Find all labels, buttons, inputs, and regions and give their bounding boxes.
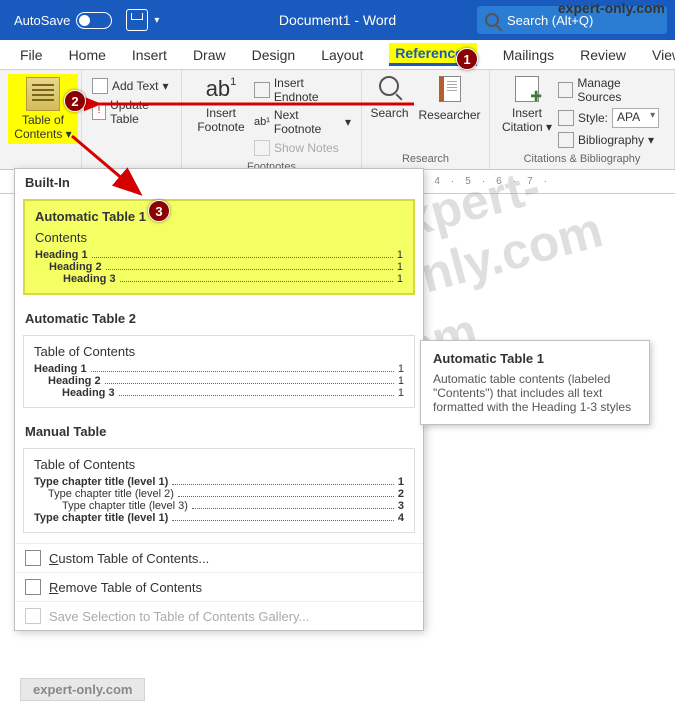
save-selection-menu-item: Save Selection to Table of Contents Gall… xyxy=(15,601,423,630)
tab-view[interactable]: View xyxy=(652,47,675,63)
style-dropdown[interactable]: APA xyxy=(612,108,659,128)
tooltip-auto-table-1: Automatic Table 1 Automatic table conten… xyxy=(420,340,650,425)
gallery-item-manual-table[interactable]: Table of Contents Type chapter title (le… xyxy=(23,448,415,533)
watermark-bottom: expert-only.com xyxy=(20,678,145,701)
manage-sources-icon xyxy=(558,82,573,98)
tab-draw[interactable]: Draw xyxy=(193,47,226,63)
arrow-2-to-3 xyxy=(56,130,156,204)
callout-3: 3 xyxy=(148,200,170,222)
citation-icon: ✚ xyxy=(515,76,539,102)
tab-layout[interactable]: Layout xyxy=(321,47,363,63)
toggle-off-icon[interactable] xyxy=(76,12,112,29)
show-notes-button[interactable]: Show Notes xyxy=(252,138,353,158)
gallery-item-auto-table-1[interactable]: Automatic Table 1 Contents Heading 11 He… xyxy=(23,199,415,295)
callout-1: 1 xyxy=(456,48,478,70)
tab-insert[interactable]: Insert xyxy=(132,47,167,63)
insert-footnote-button[interactable]: ab1 InsertFootnote xyxy=(190,74,252,158)
citations-group-label: Citations & Bibliography xyxy=(498,150,666,165)
bibliography-button[interactable]: Bibliography ▾ xyxy=(556,130,666,150)
add-text-icon xyxy=(92,78,108,94)
arrow-1-to-2 xyxy=(84,94,424,114)
tab-design[interactable]: Design xyxy=(252,47,296,63)
show-notes-icon xyxy=(254,140,270,156)
toc-icon xyxy=(26,77,60,111)
tab-review[interactable]: Review xyxy=(580,47,626,63)
magnify-icon xyxy=(379,76,399,96)
custom-toc-menu-item[interactable]: Custom Table of Contents... xyxy=(15,543,423,572)
gallery-item-auto-table-2-title: Automatic Table 2 xyxy=(15,305,423,332)
research-group-label: Research xyxy=(370,150,481,165)
tab-file[interactable]: File xyxy=(20,47,43,63)
style-select[interactable]: Style: APA xyxy=(556,106,666,130)
researcher-button[interactable]: Researcher xyxy=(417,74,483,124)
watermark-top: expert-only.com xyxy=(558,0,665,16)
save-selection-icon xyxy=(25,608,41,624)
remove-toc-menu-item[interactable]: Remove Table of Contents xyxy=(15,572,423,601)
next-footnote-icon: ab¹ xyxy=(254,116,270,128)
add-text-button[interactable]: Add Text ▾ xyxy=(90,76,173,96)
tab-mailings[interactable]: Mailings xyxy=(503,47,554,63)
book-icon xyxy=(439,76,461,102)
remove-toc-icon xyxy=(25,579,41,595)
ribbon-tabs: File Home Insert Draw Design Layout Refe… xyxy=(0,40,675,70)
autosave-toggle[interactable]: AutoSave xyxy=(14,12,112,29)
insert-citation-button[interactable]: ✚ Insert Citation ▾ xyxy=(498,74,556,150)
search-icon xyxy=(485,13,499,27)
save-icon[interactable] xyxy=(126,9,148,31)
gallery-item-auto-table-2[interactable]: Table of Contents Heading 11 Heading 21 … xyxy=(23,335,415,408)
callout-2: 2 xyxy=(64,90,86,112)
style-icon xyxy=(558,110,574,126)
biblio-icon xyxy=(558,132,574,148)
gallery-item-manual-title: Manual Table xyxy=(15,418,423,445)
manage-sources-button[interactable]: Manage Sources xyxy=(556,74,666,106)
qat-chevron-icon[interactable]: ▾ xyxy=(154,15,159,26)
toc-gallery-dropdown: Built-In Automatic Table 1 Contents Head… xyxy=(14,168,424,631)
document-title: Document1 - Word xyxy=(279,12,396,28)
tab-home[interactable]: Home xyxy=(69,47,106,63)
custom-toc-icon xyxy=(25,550,41,566)
